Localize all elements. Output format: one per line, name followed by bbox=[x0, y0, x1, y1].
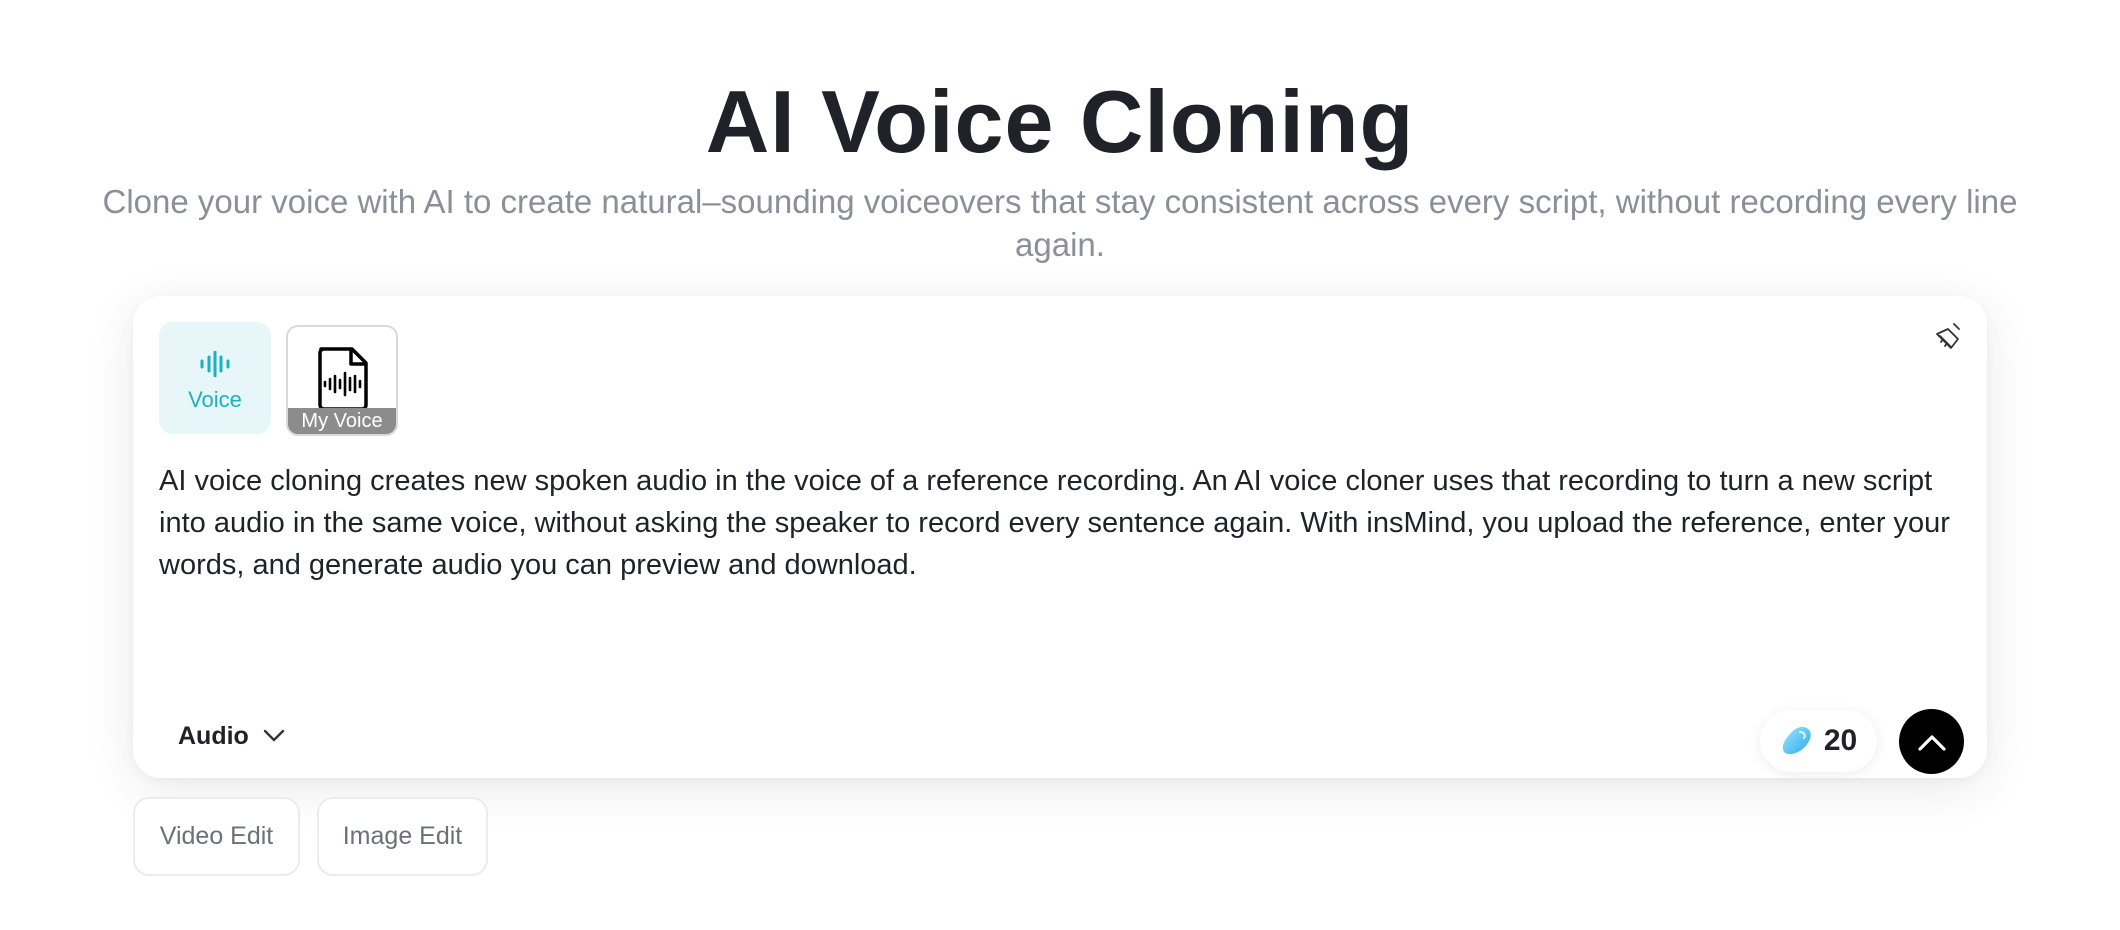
generate-button[interactable] bbox=[1899, 709, 1964, 774]
credit-gem-icon bbox=[1782, 727, 1811, 755]
credits-value: 20 bbox=[1823, 724, 1858, 757]
voice-mode-label: Voice bbox=[188, 387, 242, 412]
script-textarea[interactable]: AI voice cloning creates new spoken audi… bbox=[159, 460, 1959, 586]
image-edit-chip[interactable]: Image Edit bbox=[317, 797, 488, 876]
my-voice-button[interactable]: My Voice bbox=[286, 325, 398, 436]
output-type-label: Audio bbox=[178, 721, 249, 750]
page-subtitle: Clone your voice with AI to create natur… bbox=[102, 183, 2018, 263]
audio-file-icon bbox=[318, 347, 368, 411]
page-title: AI Voice Cloning bbox=[705, 72, 1415, 171]
video-edit-chip[interactable]: Video Edit bbox=[133, 797, 300, 876]
output-type-dropdown[interactable]: Audio bbox=[178, 718, 285, 754]
broom-icon bbox=[1936, 323, 1960, 349]
sound-wave-icon bbox=[200, 351, 230, 377]
chevron-down-icon bbox=[263, 729, 285, 742]
page: AI Voice Cloning Clone your voice with A… bbox=[0, 0, 2120, 930]
my-voice-label: My Voice bbox=[288, 408, 396, 434]
clear-input-button[interactable] bbox=[1932, 318, 1968, 354]
arrow-up-icon bbox=[1917, 734, 1946, 751]
credits-badge: 20 bbox=[1760, 710, 1877, 772]
voice-mode-button[interactable]: Voice bbox=[159, 322, 271, 434]
